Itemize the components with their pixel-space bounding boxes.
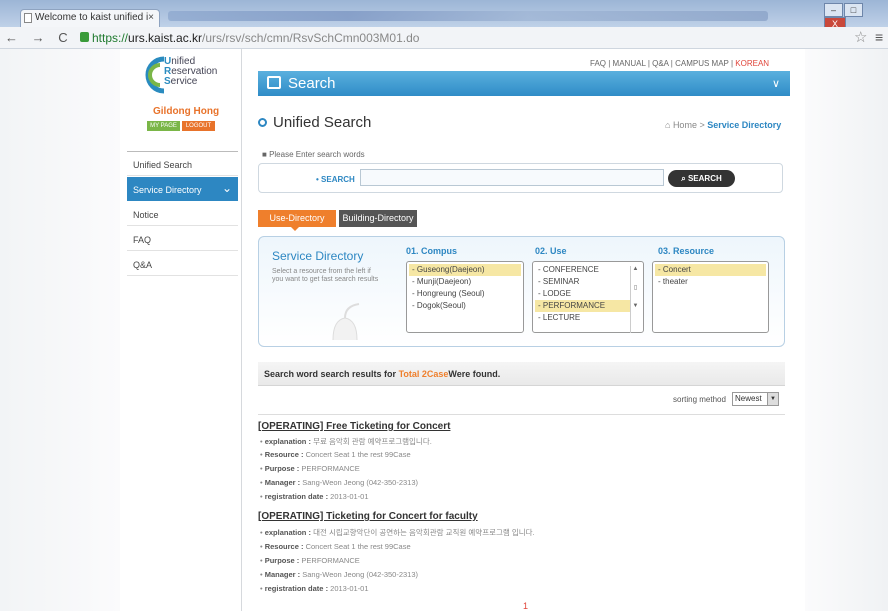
- use-option[interactable]: - LODGE: [535, 288, 641, 300]
- results-count: Total 2Case: [398, 369, 449, 379]
- use-list[interactable]: - CONFERENCE - SEMINAR - LODGE - PERFORM…: [532, 261, 644, 333]
- result-manager: • Manager : Sang-Weon Jeong (042-350-231…: [260, 478, 419, 487]
- minimize-button[interactable]: –: [824, 3, 843, 17]
- page-left-background: [0, 49, 120, 611]
- results-divider: [258, 414, 785, 415]
- result-explanation: • explanation : 무료 음악회 관람 예약프로그램입니다.: [260, 437, 432, 446]
- sidebar-item-notice[interactable]: Notice: [127, 202, 238, 226]
- top-menu-korean[interactable]: KOREAN: [735, 59, 769, 68]
- result-date: • registration date : 2013-01-01: [260, 492, 369, 501]
- logo-text: Unified Reservation Service: [164, 56, 218, 87]
- campus-option[interactable]: - Munji(Daejeon): [409, 276, 521, 288]
- result-date: • registration date : 2013-01-01: [260, 584, 369, 593]
- url-host: urs.kaist.ac.kr: [128, 31, 203, 45]
- page-icon: [24, 13, 32, 23]
- search-icon: ⌕: [681, 174, 686, 183]
- search-input[interactable]: [360, 169, 664, 186]
- top-menu-manual[interactable]: MANUAL: [613, 59, 646, 68]
- use-option[interactable]: - PERFORMANCE: [535, 300, 631, 312]
- top-menu-campus-map[interactable]: CAMPUS MAP: [675, 59, 729, 68]
- use-option[interactable]: - CONFERENCE: [535, 264, 641, 276]
- use-option[interactable]: - LECTURE: [535, 312, 641, 324]
- result-resource: • Resource : Concert Seat 1 the rest 99C…: [260, 450, 411, 459]
- top-menu-qna[interactable]: Q&A: [652, 59, 668, 68]
- breadcrumb-home[interactable]: Home: [673, 120, 697, 130]
- other-tabs[interactable]: [168, 11, 768, 21]
- search-banner: Search ∨: [258, 71, 790, 96]
- page-title: Unified Search: [258, 114, 371, 131]
- top-menu: FAQ | MANUAL | Q&A | CAMPUS MAP | KOREAN: [590, 59, 770, 68]
- campus-option[interactable]: - Hongreung (Seoul): [409, 288, 521, 300]
- sidebar-item-service-directory[interactable]: Service Directory ⌄: [127, 177, 238, 201]
- mypage-button[interactable]: MY PAGE: [147, 121, 180, 131]
- breadcrumb-current: Service Directory: [707, 120, 782, 130]
- tab-title: Welcome to kaist unified i: [35, 12, 149, 23]
- breadcrumb: ⌂ Home > Service Directory: [665, 120, 782, 130]
- campus-option[interactable]: - Dogok(Seoul): [409, 300, 521, 312]
- resource-list[interactable]: - Concert - theater: [652, 261, 769, 333]
- resource-heading: 03. Resource: [658, 246, 715, 256]
- result-purpose: • Purpose : PERFORMANCE: [260, 556, 360, 565]
- lock-search-icon: [267, 76, 281, 89]
- page-right-background: [805, 49, 888, 611]
- campus-heading: 01. Compus: [406, 246, 458, 256]
- chevron-down-icon: ⌄: [221, 181, 232, 195]
- tab-building-directory[interactable]: Building-Directory: [339, 210, 417, 227]
- result-explanation: • explanation : 대전 시립교향악단이 공연하는 음악회관람 교직…: [260, 528, 535, 537]
- use-list-scrollbar[interactable]: ▲ ▯ ▼: [630, 266, 640, 333]
- directory-title: Service Directory: [272, 249, 364, 263]
- sidebar-item-qna[interactable]: Q&A: [127, 252, 238, 276]
- resource-option[interactable]: - Concert: [655, 264, 766, 276]
- pagination-page[interactable]: 1: [523, 601, 528, 611]
- circle-bullet-icon: [258, 118, 267, 127]
- search-label: • SEARCH: [316, 175, 355, 184]
- dropdown-arrow-icon: ▼: [767, 393, 778, 405]
- result-manager: • Manager : Sang-Weon Jeong (042-350-231…: [260, 570, 419, 579]
- maximize-button[interactable]: □: [844, 3, 863, 17]
- sort-label: sorting method: [673, 395, 726, 404]
- user-name: Gildong Hong: [153, 106, 220, 117]
- sort-select[interactable]: Newest ▼: [732, 392, 779, 406]
- column-divider: [241, 49, 242, 611]
- result-title[interactable]: [OPERATING] Free Ticketing for Concert: [258, 421, 450, 432]
- sidebar-item-label: Service Directory: [133, 185, 202, 195]
- menu-icon[interactable]: ≡: [875, 29, 883, 45]
- bookmark-star-icon[interactable]: ☆: [854, 28, 867, 46]
- search-button[interactable]: ⌕ SEARCH: [668, 170, 735, 187]
- window-controls: – □X: [823, 3, 885, 31]
- nav-buttons[interactable]: ← → C: [5, 30, 73, 45]
- search-instruction: ■ Please Enter search words: [262, 150, 365, 159]
- tab-use-directory[interactable]: Use-Directory: [258, 210, 336, 231]
- top-menu-faq[interactable]: FAQ: [590, 59, 606, 68]
- url-path: /urs/rsv/sch/cmn/RsvSchCmn003M01.do: [202, 31, 420, 45]
- use-option[interactable]: - SEMINAR: [535, 276, 641, 288]
- result-title[interactable]: [OPERATING] Ticketing for Concert for fa…: [258, 511, 478, 522]
- logout-button[interactable]: LOGOUT: [182, 121, 215, 131]
- results-summary: Search word search results for Total 2Ca…: [258, 362, 785, 386]
- url-scheme: https://: [92, 31, 129, 45]
- use-heading: 02. Use: [535, 246, 567, 256]
- sidebar-item-unified-search[interactable]: Unified Search: [127, 152, 238, 176]
- directory-description: Select a resource from the left if you w…: [272, 268, 379, 283]
- tab-close-icon[interactable]: ×: [148, 12, 154, 23]
- campus-option[interactable]: - Guseong(Daejeon): [409, 264, 521, 276]
- sidebar-item-faq[interactable]: FAQ: [127, 227, 238, 251]
- campus-list[interactable]: - Guseong(Daejeon) - Munji(Daejeon) - Ho…: [406, 261, 524, 333]
- chevron-down-icon[interactable]: ∨: [772, 77, 780, 90]
- result-purpose: • Purpose : PERFORMANCE: [260, 464, 360, 473]
- browser-tab[interactable]: Welcome to kaist unified i ×: [20, 9, 160, 27]
- resource-option[interactable]: - theater: [655, 276, 766, 288]
- lock-icon: [80, 32, 89, 42]
- result-resource: • Resource : Concert Seat 1 the rest 99C…: [260, 542, 411, 551]
- banner-title: Search: [288, 75, 336, 92]
- mouse-icon: [332, 303, 360, 341]
- url-field[interactable]: https://urs.kaist.ac.kr/urs/rsv/sch/cmn/…: [92, 31, 419, 45]
